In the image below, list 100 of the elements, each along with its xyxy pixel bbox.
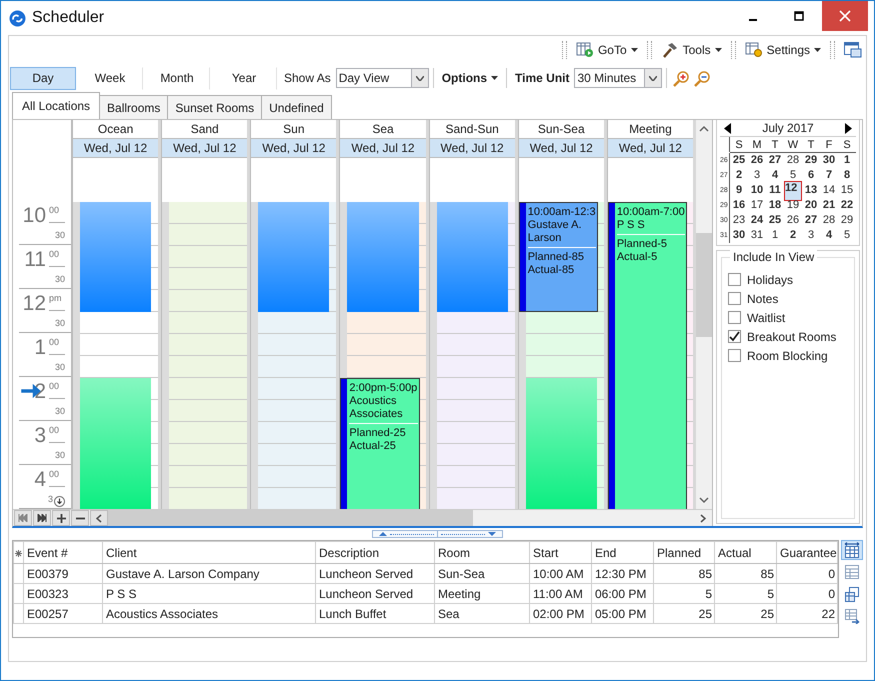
options-button[interactable]: Options — [438, 67, 502, 89]
calendar-day[interactable]: 3 — [802, 228, 820, 243]
view-button[interactable]: Day — [10, 66, 76, 90]
location-tab[interactable]: Undefined — [261, 95, 332, 119]
checkbox[interactable] — [728, 292, 741, 305]
calendar-day[interactable]: 8 — [838, 168, 856, 183]
goto-button[interactable]: GoTo — [572, 38, 642, 60]
splitter-handle[interactable] — [372, 530, 503, 538]
previous-month-icon[interactable] — [724, 122, 731, 134]
scroll-up-icon[interactable] — [698, 125, 709, 132]
scroll-left-button[interactable] — [90, 510, 108, 526]
caret-icon — [491, 76, 498, 80]
zoom-in-icon[interactable] — [673, 70, 690, 86]
column-header[interactable]: Planned — [654, 542, 714, 564]
tools-button[interactable]: Tools — [656, 38, 726, 60]
checkbox[interactable] — [728, 311, 741, 324]
minute-label: 30 — [54, 229, 65, 242]
calendar-day[interactable]: 27 — [802, 213, 820, 228]
vertical-scrollbar[interactable] — [696, 120, 712, 509]
settings-button[interactable]: Settings — [740, 38, 825, 60]
calendar-day[interactable]: 22 — [838, 198, 856, 213]
event-card[interactable]: 10:00am-12:3 Gustave A. Larson Planned-85 Actual-85 — [518, 202, 598, 312]
calendar-day[interactable]: 17 — [748, 198, 766, 213]
caret-icon — [630, 48, 638, 52]
plus-icon — [56, 514, 66, 522]
calendar-day[interactable]: 21 — [820, 198, 838, 213]
scroll-down-icon[interactable] — [54, 496, 65, 507]
calendar-day[interactable]: 24 — [748, 213, 766, 228]
calendar-day[interactable]: 23 — [730, 213, 748, 228]
column-header[interactable]: Client — [102, 542, 316, 564]
calendar-day[interactable]: 2 — [784, 228, 802, 243]
table-cell: 85 — [714, 564, 776, 584]
calendar-day[interactable]: 18 — [766, 198, 784, 213]
calendar-day[interactable]: 5 — [784, 168, 802, 183]
column-header[interactable]: End — [592, 542, 654, 564]
zoom-out-icon[interactable] — [694, 70, 712, 86]
location-tab[interactable]: Sunset Rooms — [167, 95, 262, 119]
calendar-day[interactable]: 4 — [820, 228, 838, 243]
calendar-day[interactable]: 16 — [730, 198, 748, 213]
calendar-day[interactable]: 13 — [802, 183, 820, 198]
event-card[interactable]: 2:00pm-5:00p Acoustics Associates Planned-25 Actual-25 — [340, 378, 420, 509]
show-as-dropdown[interactable]: Day View — [336, 68, 429, 88]
calendar-day[interactable]: 7 — [820, 168, 838, 183]
calendar-day[interactable]: 25 — [730, 153, 748, 168]
calendar-day[interactable]: 30 — [730, 228, 748, 243]
table-cell: 06:00 PM — [592, 584, 654, 604]
column-header[interactable]: Description — [316, 542, 434, 564]
calendar-day[interactable]: 2 — [730, 168, 748, 183]
column-header[interactable]: Room — [434, 542, 530, 564]
last-page-button[interactable] — [33, 510, 51, 526]
minute-label: 00 — [49, 377, 65, 399]
calendar-day[interactable]: 29 — [838, 213, 856, 228]
calendar-day[interactable]: 19 — [784, 198, 802, 213]
calendar-day[interactable]: 28 — [784, 153, 802, 168]
calendar-day[interactable]: 5 — [838, 228, 856, 243]
calendar-day[interactable]: 12 — [784, 180, 802, 200]
column-header[interactable]: Event # — [24, 542, 102, 564]
calendar-day[interactable]: 6 — [802, 168, 820, 183]
calendar-day[interactable]: 30 — [820, 153, 838, 168]
view-button[interactable]: Week — [77, 66, 143, 90]
event-time: 10:00am-12:3 — [528, 206, 596, 219]
calendar-day[interactable]: 26 — [748, 153, 766, 168]
remove-button[interactable] — [71, 510, 89, 526]
fit-columns-button[interactable] — [841, 540, 863, 560]
location-tab[interactable]: Ballrooms — [99, 95, 168, 119]
location-tab[interactable]: All Locations — [12, 92, 100, 119]
view-button[interactable]: Year — [211, 66, 277, 90]
next-month-icon[interactable] — [845, 122, 852, 134]
view-button[interactable]: Month — [144, 66, 210, 90]
calendar-day[interactable]: 15 — [838, 183, 856, 198]
column-header[interactable]: Guarantee — [776, 542, 838, 564]
weekday-label: T — [806, 138, 816, 150]
window-layout-icon[interactable] — [844, 42, 862, 58]
calendar-day[interactable]: 31 — [748, 228, 766, 243]
chevron-right-icon[interactable] — [700, 514, 706, 522]
checkbox[interactable] — [728, 273, 741, 286]
calendar-day[interactable]: 29 — [802, 153, 820, 168]
calendar-day[interactable]: 1 — [838, 153, 856, 168]
event-card[interactable]: 10:00am-7:00 P S S Planned-5 Actual-5 — [608, 202, 687, 509]
calendar-day[interactable]: 20 — [802, 198, 820, 213]
calendar-day[interactable]: 28 — [820, 213, 838, 228]
close-button[interactable] — [822, 1, 868, 31]
calendar-day[interactable]: 10 — [748, 183, 766, 198]
column-header[interactable]: Start — [530, 542, 592, 564]
calendar-day[interactable]: 26 — [784, 213, 802, 228]
calendar-day[interactable]: 3 — [748, 168, 766, 183]
calendar-day[interactable]: 25 — [766, 213, 784, 228]
table-cell: E00323 — [24, 584, 102, 604]
time-unit-dropdown[interactable]: 30 Minutes — [574, 68, 662, 88]
checkbox[interactable] — [728, 349, 741, 362]
calendar-day[interactable]: 1 — [766, 228, 784, 243]
calendar-day[interactable]: 27 — [766, 153, 784, 168]
calendar-day[interactable]: 9 — [730, 183, 748, 198]
calendar-day[interactable]: 4 — [766, 168, 784, 183]
minute-label: pm — [49, 289, 65, 311]
add-button[interactable] — [52, 510, 70, 526]
checkbox[interactable] — [728, 330, 741, 343]
calendar-day[interactable]: 14 — [820, 183, 838, 198]
column-header[interactable]: Actual — [714, 542, 776, 564]
calendar-day[interactable]: 11 — [766, 183, 784, 198]
